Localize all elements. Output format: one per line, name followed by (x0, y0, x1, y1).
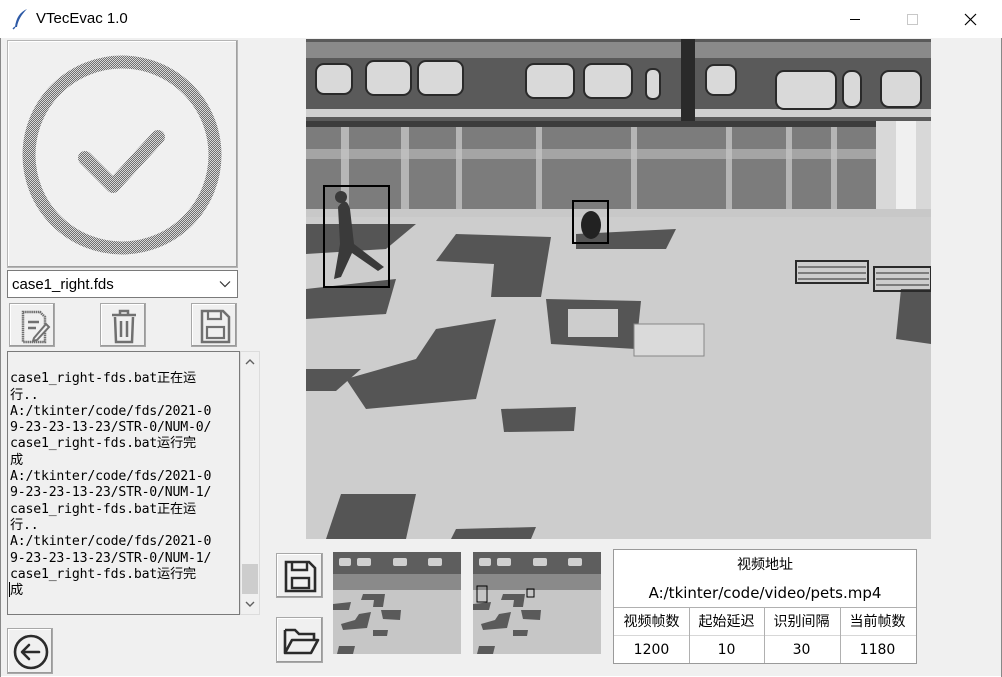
video-thumbnail[interactable] (473, 552, 601, 654)
detect-interval-label: 识别间隔 (773, 614, 830, 630)
total-frames-value: 1200 (633, 642, 670, 658)
video-thumbnail[interactable] (333, 552, 461, 654)
feather-icon (12, 9, 27, 30)
case-file-value: case1_right.fds (12, 276, 114, 293)
save-icon (284, 560, 317, 593)
log-line: 9-23-23-13-23/STR-0/NUM-1/ (10, 550, 212, 566)
log-line: A:/tkinter/code/fds/2021-0 (10, 403, 212, 419)
text-caret (9, 582, 10, 597)
back-button[interactable] (7, 628, 53, 674)
log-line: case1_right-fds.bat正在运 (10, 371, 197, 387)
close-button[interactable] (942, 0, 998, 38)
log-line: 成 (10, 452, 23, 468)
thumbnail-image (473, 552, 601, 654)
log-line: A:/tkinter/code/fds/2021-0 (10, 469, 212, 485)
start-delay-label: 起始延迟 (698, 614, 755, 630)
edit-file-button[interactable] (9, 303, 55, 347)
open-folder-icon (283, 628, 320, 655)
video-path-label: 视频地址 (737, 557, 793, 573)
log-line: A:/tkinter/code/fds/2021-0 (10, 534, 212, 550)
log-line: 9-23-23-13-23/STR-0/NUM-0/ (10, 420, 212, 436)
chevron-down-icon[interactable] (219, 280, 231, 288)
log-line: 9-23-23-13-23/STR-0/NUM-1/ (10, 485, 212, 501)
scrollbar-thumb[interactable] (242, 564, 258, 594)
current-frame-label: 当前帧数 (849, 614, 906, 630)
detect-interval-value: 30 (792, 642, 811, 658)
video-frame (306, 39, 931, 539)
log-textbox[interactable]: case1_right-fds.bat正在运 行.. A:/tkinter/code… (7, 351, 240, 615)
start-delay-value: 10 (717, 642, 736, 658)
log-line: case1_right-fds.bat正在运 (10, 501, 197, 517)
log-text: case1_right-fds.bat正在运 行.. A:/tkinter/code… (10, 355, 239, 614)
table-divider (614, 635, 916, 636)
log-line: 成 (10, 583, 23, 599)
status-check-button[interactable] (7, 40, 238, 268)
minimize-button[interactable] (827, 0, 883, 38)
total-frames-label: 视频帧数 (623, 614, 680, 630)
log-line: 行.. (10, 387, 39, 403)
log-scrollbar[interactable] (240, 351, 260, 615)
title-bar: VTecEvac 1.0 (0, 0, 1002, 38)
maximize-button[interactable] (884, 0, 940, 38)
close-icon (964, 13, 977, 26)
scroll-down-arrow-icon[interactable] (241, 594, 259, 614)
save-case-button[interactable] (191, 303, 237, 347)
window-frame (0, 38, 1, 677)
scroll-up-arrow-icon[interactable] (241, 352, 259, 372)
delete-button[interactable] (100, 303, 146, 347)
current-frame-value: 1180 (859, 642, 896, 658)
maximize-icon (907, 14, 918, 25)
video-path-value: A:/tkinter/code/video/pets.mp4 (648, 584, 882, 602)
log-line: case1_right-fds.bat运行完 (10, 436, 197, 452)
minimize-icon (850, 19, 860, 20)
edit-file-icon (21, 310, 51, 344)
table-divider (614, 607, 916, 608)
log-line: case1_right-fds.bat运行完 (10, 566, 197, 582)
open-video-button[interactable] (276, 617, 323, 663)
arrow-left-circle-icon (13, 634, 49, 670)
trash-icon (112, 309, 136, 344)
save-video-button[interactable] (276, 553, 323, 598)
video-info-table: 视频地址 A:/tkinter/code/video/pets.mp4 视频帧数… (613, 549, 917, 664)
thumbnail-image (333, 552, 461, 654)
log-line: 行.. (10, 517, 39, 533)
video-frame-image (306, 39, 931, 539)
case-file-combobox[interactable]: case1_right.fds (7, 270, 238, 298)
check-circle-icon (22, 55, 222, 255)
window-title: VTecEvac 1.0 (36, 10, 128, 27)
save-icon (200, 309, 231, 344)
